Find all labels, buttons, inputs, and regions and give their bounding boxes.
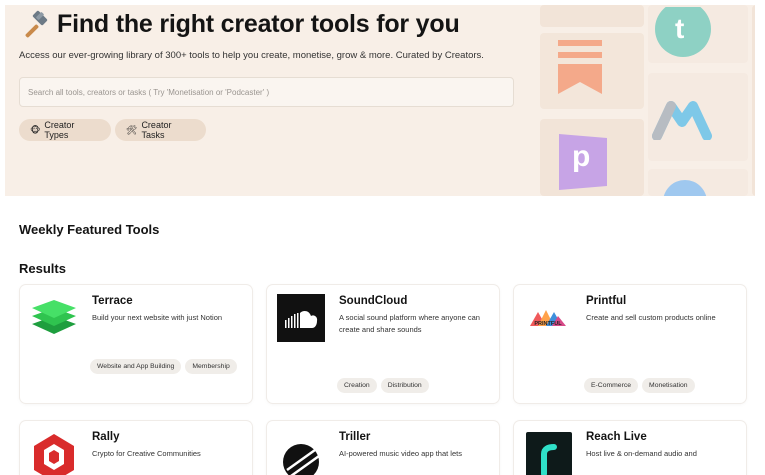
tool-name: Terrace <box>92 295 133 307</box>
chip-label: Creator Tasks <box>141 120 172 140</box>
tag-list: Creation Distribution <box>337 378 487 393</box>
printful-icon <box>530 310 566 326</box>
stacked-layers-icon <box>32 300 76 334</box>
tool-card-terrace[interactable]: Terrace Build your next website with jus… <box>20 285 252 403</box>
search-box <box>19 77 514 107</box>
printful-wordmark: PRINTFUL <box>534 321 562 327</box>
tag[interactable]: Creation <box>337 378 377 393</box>
bookmark-icon <box>558 40 602 94</box>
patreon-letter: p <box>572 140 591 173</box>
tool-card-printful[interactable]: PRINTFUL Printful Create and sell custom… <box>514 285 746 403</box>
tool-card-triller[interactable]: Triller AI-powered music video app that … <box>267 421 499 475</box>
tool-description: Host live & on-demand audio and <box>586 449 697 458</box>
search-input[interactable] <box>20 78 513 106</box>
maze-logo-icon <box>652 101 712 140</box>
tool-card-reach-live[interactable]: Reach Live Host live & on-demand audio a… <box>514 421 746 475</box>
reach-live-icon <box>526 432 572 475</box>
rally-icon <box>34 434 74 475</box>
tool-name: SoundCloud <box>339 295 408 307</box>
chip-label: Creator Types <box>44 120 75 140</box>
monkey-icon: 🐵 <box>30 124 41 135</box>
tag-list: E-Commerce Monetisation <box>584 378 734 393</box>
tag[interactable]: Monetisation <box>642 378 695 393</box>
decor-tile <box>752 5 755 196</box>
tool-description: AI-powered music video app that lets <box>339 449 462 458</box>
tool-description: Build your next website with just Notion <box>92 313 223 322</box>
hammer-icon <box>25 10 48 38</box>
tool-card-soundcloud[interactable]: SoundCloud A social sound platform where… <box>267 285 499 403</box>
tool-name: Printful <box>586 295 627 307</box>
tool-name: Rally <box>92 431 120 443</box>
tool-name: Reach Live <box>586 431 647 443</box>
hero-subtitle: Access our ever-growing library of 300+ … <box>19 50 484 61</box>
tool-description: A social sound platform where anyone can… <box>339 313 480 334</box>
tumblr-letter: t <box>675 13 685 44</box>
blue-circle-icon <box>663 180 707 196</box>
soundcloud-icon <box>277 294 325 342</box>
page-title: Find the right creator tools for you <box>57 9 460 38</box>
decor-tile <box>540 5 644 27</box>
hero-banner: Find the right creator tools for you Acc… <box>5 5 755 196</box>
tool-name: Triller <box>339 431 371 443</box>
tool-card-rally[interactable]: Rally Crypto for Creative Communities <box>20 421 252 475</box>
tag[interactable]: Website and App Building <box>90 359 182 374</box>
tag-list: Website and App Building Membership <box>90 359 240 374</box>
hero-heading: Find the right creator tools for you <box>19 8 460 40</box>
tag[interactable]: E-Commerce <box>584 378 639 393</box>
results-heading: Results <box>19 261 66 276</box>
tool-description: Create and sell custom products online <box>586 313 716 322</box>
tools-icon: 🛠 <box>126 124 138 135</box>
tool-description: Crypto for Creative Communities <box>92 449 201 458</box>
creator-tasks-button[interactable]: 🛠 Creator Tasks <box>115 119 206 141</box>
tag[interactable]: Distribution <box>380 378 429 393</box>
weekly-featured-heading: Weekly Featured Tools <box>19 222 160 237</box>
triller-icon <box>283 444 320 475</box>
creator-types-button[interactable]: 🐵 Creator Types <box>19 119 111 141</box>
tag[interactable]: Membership <box>185 359 237 374</box>
